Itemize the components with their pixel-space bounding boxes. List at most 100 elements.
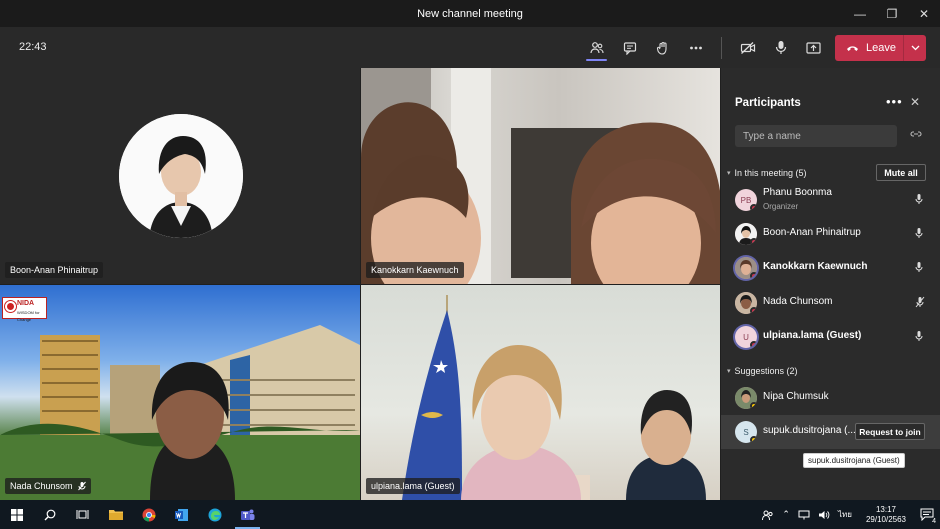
maximize-icon[interactable]: ❐ — [876, 0, 908, 27]
share-invite-icon[interactable] — [910, 129, 922, 139]
window-controls: — ❐ ✕ — [844, 0, 940, 27]
system-tray: ⌃ ไทย 13:17 29/10/2563 4 — [762, 500, 940, 529]
volume-icon[interactable] — [818, 510, 830, 520]
window-title: New channel meeting — [417, 7, 523, 20]
mic-off-icon — [77, 481, 86, 491]
title-bar: New channel meeting — ❐ ✕ — [0, 0, 940, 27]
toolbar-divider — [721, 36, 722, 59]
suggestions-label: Suggestions (2) — [734, 366, 798, 376]
microphone-icon[interactable] — [915, 193, 923, 205]
leave-options-button[interactable] — [903, 35, 926, 61]
notifications-button[interactable]: 4 — [920, 508, 937, 525]
teams-icon — [241, 509, 255, 520]
nida-logo-text: NIDA — [17, 300, 35, 307]
video-tile[interactable]: ulpiana.lama (Guest) — [361, 285, 720, 500]
mute-all-button[interactable]: Mute all — [876, 164, 926, 181]
folder-icon — [108, 510, 123, 520]
participant-name: Nipa Chumsuk — [763, 391, 829, 402]
raise-hand-button[interactable] — [646, 27, 679, 68]
mic-off-icon[interactable] — [915, 296, 925, 308]
panel-close-icon[interactable]: ✕ — [910, 95, 920, 109]
people-tray-icon[interactable] — [762, 509, 774, 521]
video-feed — [0, 325, 360, 500]
suggestion-row[interactable]: Nipa Chumsuk — [721, 381, 940, 415]
camera-off-icon — [740, 41, 755, 54]
in-meeting-section[interactable]: ▾ In this meeting (5) — [727, 168, 807, 178]
more-icon — [689, 46, 702, 49]
microphone-icon[interactable] — [915, 227, 923, 239]
nida-logo: NIDA WISDOM for Change — [2, 297, 47, 322]
word-icon — [174, 508, 188, 521]
video-tile[interactable]: Boon-Anan Phinaitrup — [0, 68, 360, 284]
leave-button[interactable]: Leave — [835, 35, 926, 61]
minimize-icon[interactable]: — — [844, 0, 876, 27]
file-explorer-button[interactable] — [99, 500, 132, 529]
participant-name: Phanu Boonma — [763, 187, 832, 198]
input-language[interactable]: ไทย — [838, 508, 852, 521]
nida-tagline: WISDOM for Change — [17, 310, 40, 322]
close-window-icon[interactable]: ✕ — [908, 0, 940, 27]
leave-main[interactable]: Leave — [835, 35, 903, 61]
participant-row[interactable]: Boon-Anan Phinaitrup — [721, 217, 940, 251]
task-view-button[interactable] — [66, 500, 99, 529]
suggestions-section[interactable]: ▾ Suggestions (2) — [727, 366, 798, 376]
name-tooltip: supuk.dusitrojana (Guest) — [803, 453, 905, 468]
participant-name: Nada Chunsom — [10, 481, 73, 491]
video-tile[interactable]: NIDA WISDOM for Change Nada Chunsom — [0, 285, 360, 500]
network-icon[interactable] — [798, 510, 810, 520]
avatar: U — [735, 326, 757, 348]
start-button[interactable] — [0, 500, 33, 529]
panel-more-icon[interactable]: ••• — [886, 94, 903, 109]
chevron-up-icon[interactable]: ⌃ — [782, 509, 790, 520]
mic-toggle-button[interactable] — [764, 27, 797, 68]
participants-button[interactable] — [580, 27, 613, 68]
task-view-icon — [76, 510, 89, 519]
chrome-button[interactable] — [132, 500, 165, 529]
avatar — [735, 223, 757, 245]
microphone-icon[interactable] — [915, 261, 923, 273]
participant-row[interactable]: PB Phanu Boonma Organizer — [721, 183, 940, 217]
participant-name: Kanokkarn Kaewnuch — [371, 265, 459, 275]
teams-button[interactable] — [231, 500, 264, 529]
hand-icon — [656, 41, 667, 55]
meeting-timer: 22:43 — [19, 41, 47, 53]
participant-name: Nada Chunsom — [763, 296, 833, 307]
status-dot — [750, 341, 757, 348]
notification-count: 4 — [931, 517, 937, 525]
chat-icon — [623, 41, 636, 55]
search-button[interactable] — [33, 500, 66, 529]
participant-name-tag: Boon-Anan Phinaitrup — [5, 262, 104, 278]
status-dot — [750, 436, 757, 443]
participant-row[interactable]: U ulpiana.lama (Guest) — [721, 320, 940, 354]
status-dot — [750, 238, 757, 245]
participant-row[interactable]: Nada Chunsom — [721, 286, 940, 320]
request-to-join-button[interactable]: Request to join — [855, 423, 925, 440]
hang-up-icon — [847, 46, 858, 51]
chevron-down-icon: ▾ — [727, 368, 731, 375]
status-dot — [750, 402, 757, 409]
participant-name-tag: Nada Chunsom — [5, 478, 91, 494]
share-screen-button[interactable] — [797, 27, 830, 68]
camera-toggle-button[interactable] — [731, 27, 764, 68]
video-feed — [402, 295, 706, 500]
meeting-controls — [580, 27, 830, 68]
word-button[interactable] — [165, 500, 198, 529]
system-clock[interactable]: 13:17 29/10/2563 — [866, 505, 906, 525]
edge-button[interactable] — [198, 500, 231, 529]
participant-role: Organizer — [763, 202, 799, 211]
chevron-down-icon: ▾ — [727, 170, 731, 177]
status-dot — [750, 204, 757, 211]
participants-panel: Participants ••• ✕ ▾ In this meeting (5)… — [721, 68, 940, 500]
participant-search-input[interactable] — [735, 125, 897, 147]
suggestion-row[interactable]: S supuk.dusitrojana (... Request to join — [721, 415, 940, 449]
avatar-initials: S — [743, 427, 749, 437]
video-tile[interactable]: Kanokkarn Kaewnuch — [361, 68, 720, 284]
chat-button[interactable] — [613, 27, 646, 68]
microphone-icon[interactable] — [915, 330, 923, 342]
more-actions-button[interactable] — [679, 27, 712, 68]
participant-row[interactable]: Kanokkarn Kaewnuch — [721, 251, 940, 285]
participant-name-tag: Kanokkarn Kaewnuch — [366, 262, 464, 278]
participant-name: ulpiana.lama (Guest) — [371, 481, 455, 491]
in-meeting-label: In this meeting (5) — [734, 168, 807, 178]
participant-name: ulpiana.lama (Guest) — [763, 330, 862, 341]
